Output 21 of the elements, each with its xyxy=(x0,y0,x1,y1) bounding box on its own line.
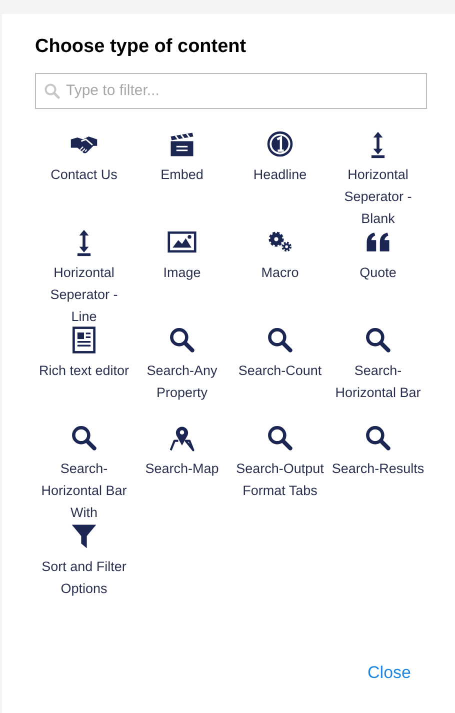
content-type-label[interactable]: Quote xyxy=(360,262,396,284)
close-link[interactable]: Close xyxy=(368,660,411,685)
content-type-label[interactable]: Search-Any Property xyxy=(134,360,230,404)
content-type-label[interactable]: Search-Results xyxy=(332,458,424,480)
content-type-label[interactable]: Horizontal Seperator - Blank xyxy=(330,164,426,230)
content-type-label[interactable]: Search-Horizontal Bar With xyxy=(36,458,132,524)
content-type-label[interactable]: Embed xyxy=(160,164,204,186)
content-type-label[interactable]: Search-Map xyxy=(145,458,219,480)
content-type-label[interactable]: Search-Count xyxy=(238,360,322,382)
content-type-label[interactable]: Horizontal Seperator - Line xyxy=(36,262,132,328)
content-type-label[interactable]: Sort and Filter Options xyxy=(36,556,132,600)
content-type-label[interactable]: Headline xyxy=(253,164,307,186)
dialog-title: Choose type of content xyxy=(35,36,248,59)
content-type-label[interactable]: Rich text editor xyxy=(38,360,130,382)
content-type-label[interactable]: Search-Output Format Tabs xyxy=(232,458,328,502)
numbered-circle-icon xyxy=(265,128,295,159)
content-type-label[interactable]: Search-Horizontal Bar xyxy=(330,360,426,404)
content-type-label[interactable]: Macro xyxy=(261,262,299,284)
content-type-label[interactable]: Image xyxy=(163,262,201,284)
content-type-label[interactable]: Contact Us xyxy=(50,164,118,186)
filter-field[interactable]: Type to filter... xyxy=(35,72,427,109)
